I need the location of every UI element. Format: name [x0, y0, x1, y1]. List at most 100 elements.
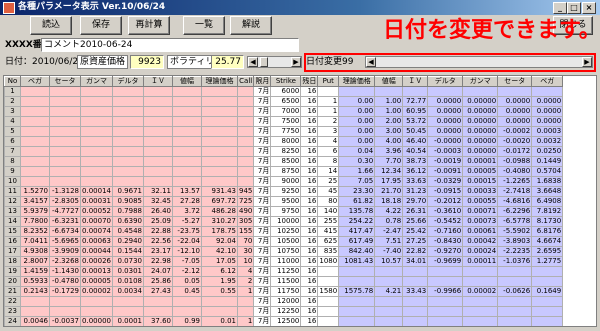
table-cell[interactable]: [112, 96, 144, 107]
table-cell[interactable]: 945: [236, 186, 255, 197]
table-cell[interactable]: 1575.78: [338, 286, 376, 297]
table-cell[interactable]: 7.51: [374, 236, 404, 247]
table-cell[interactable]: 0.00044: [80, 246, 113, 257]
table-cell[interactable]: [172, 166, 202, 177]
table-cell[interactable]: 178.75: [201, 226, 238, 237]
table-cell[interactable]: 22.88: [143, 226, 173, 237]
table-cell[interactable]: [201, 126, 238, 137]
table-cell[interactable]: 697.72: [201, 196, 238, 207]
column-header[interactable]: デルタ: [112, 76, 144, 87]
table-cell[interactable]: [339, 327, 375, 328]
table-cell[interactable]: -12.10: [172, 246, 202, 257]
table-cell[interactable]: [172, 146, 202, 157]
table-cell[interactable]: 16: [300, 156, 319, 167]
table-cell[interactable]: 16: [300, 96, 319, 107]
table-cell[interactable]: 7月: [253, 136, 272, 147]
column-header[interactable]: ＩＶ: [402, 76, 429, 87]
table-cell[interactable]: 617.49: [338, 236, 376, 247]
table-cell[interactable]: 417.47: [338, 226, 376, 237]
table-cell[interactable]: 0.0001: [112, 316, 144, 326]
column-header[interactable]: デルタ: [427, 76, 464, 87]
table-cell[interactable]: [81, 327, 113, 328]
column-header[interactable]: ベガ: [20, 76, 50, 87]
table-cell[interactable]: -2.3268: [49, 256, 81, 267]
table-cell[interactable]: [403, 327, 428, 328]
table-cell[interactable]: 0.30: [338, 156, 376, 167]
table-cell[interactable]: [236, 126, 255, 137]
table-cell[interactable]: 7月: [254, 327, 271, 328]
table-cell[interactable]: 0.00000: [462, 126, 499, 137]
table-row[interactable]: 5 7月 7750 16 3 0.00 3.00 50.45 0.0000 0.00000 -0.0…: [4, 126, 564, 137]
table-cell[interactable]: 7.70: [374, 156, 404, 167]
table-cell[interactable]: 25.86: [143, 276, 173, 287]
table-cell[interactable]: 3.72: [172, 206, 202, 217]
table-cell[interactable]: [201, 86, 238, 97]
table-cell[interactable]: 7月: [253, 266, 272, 277]
column-header[interactable]: ＩＶ: [143, 76, 173, 87]
table-cell[interactable]: 4: [236, 266, 255, 277]
table-cell[interactable]: [49, 126, 81, 137]
table-cell[interactable]: 72.77: [402, 96, 429, 107]
table-cell[interactable]: 4.9308: [20, 246, 50, 257]
table-cell[interactable]: -0.9966: [427, 286, 464, 297]
table-cell[interactable]: 32.11: [143, 186, 173, 197]
table-cell[interactable]: [462, 316, 499, 326]
table-cell[interactable]: 22.98: [143, 256, 173, 267]
table-cell[interactable]: -0.0091: [427, 166, 464, 177]
table-row[interactable]: 23 7月 12250 16: [4, 306, 564, 317]
table-cell[interactable]: 0.00000: [462, 116, 499, 127]
table-cell[interactable]: 7月: [253, 106, 272, 117]
table-cell[interactable]: 1.4159: [20, 266, 50, 277]
table-cell[interactable]: 625: [317, 236, 340, 247]
table-cell[interactable]: 50.45: [402, 126, 429, 137]
table-cell[interactable]: 0.00000: [80, 316, 113, 326]
table-cell[interactable]: -6.5778: [497, 216, 533, 227]
table-cell[interactable]: [374, 316, 404, 326]
table-cell[interactable]: 3.4157: [20, 196, 50, 207]
table-cell[interactable]: 14: [4, 216, 21, 227]
table-cell[interactable]: [318, 327, 339, 328]
table-cell[interactable]: -0.8430: [427, 236, 464, 247]
table-cell[interactable]: 0.45: [172, 286, 202, 297]
table-cell[interactable]: [143, 146, 173, 157]
table-cell[interactable]: 0.0000: [531, 116, 564, 127]
table-cell[interactable]: [317, 316, 340, 326]
table-cell[interactable]: 6.8176: [531, 226, 564, 237]
column-header[interactable]: 値幅: [374, 76, 404, 87]
table-cell[interactable]: [201, 116, 238, 127]
column-header[interactable]: ベガ: [531, 76, 564, 87]
table-cell[interactable]: [236, 296, 255, 307]
table-cell[interactable]: 1.6838: [531, 176, 564, 187]
table-cell[interactable]: [201, 106, 238, 117]
table-cell[interactable]: 53.72: [402, 116, 429, 127]
table-cell[interactable]: [531, 276, 564, 287]
table-cell[interactable]: 17.05: [201, 256, 238, 267]
table-cell[interactable]: -0.9270: [427, 246, 464, 257]
table-cell[interactable]: 3: [317, 126, 340, 137]
table-cell[interactable]: 16: [300, 146, 319, 157]
table-cell[interactable]: [49, 116, 81, 127]
table-cell[interactable]: 0.00042: [462, 236, 499, 247]
table-cell[interactable]: 7月: [253, 166, 272, 177]
table-cell[interactable]: -0.0003: [427, 146, 464, 157]
table-cell[interactable]: 12500: [270, 316, 302, 326]
table-cell[interactable]: 0.00033: [462, 186, 499, 197]
table-cell[interactable]: 415: [317, 226, 340, 237]
table-cell[interactable]: 13: [4, 206, 21, 217]
table-row[interactable]: 10 7月 9000 16 25 7.05 17.95 33.63 -0.0329 0.00015…: [4, 176, 564, 187]
table-cell[interactable]: 60.95: [402, 106, 429, 117]
table-cell[interactable]: [49, 86, 81, 97]
table-cell[interactable]: [20, 126, 50, 137]
table-cell[interactable]: [236, 146, 255, 157]
table-cell[interactable]: 16: [300, 226, 319, 237]
table-cell[interactable]: 0.00074: [80, 226, 113, 237]
table-cell[interactable]: [20, 136, 50, 147]
table-cell[interactable]: 7.8192: [531, 206, 564, 217]
column-header[interactable]: Put: [317, 76, 340, 87]
table-cell[interactable]: 36.12: [402, 166, 429, 177]
table-cell[interactable]: 0.00052: [80, 206, 113, 217]
table-cell[interactable]: -0.0019: [427, 156, 464, 167]
table-cell[interactable]: [317, 266, 340, 277]
table-cell[interactable]: [338, 266, 376, 277]
table-cell[interactable]: 6500: [270, 96, 302, 107]
